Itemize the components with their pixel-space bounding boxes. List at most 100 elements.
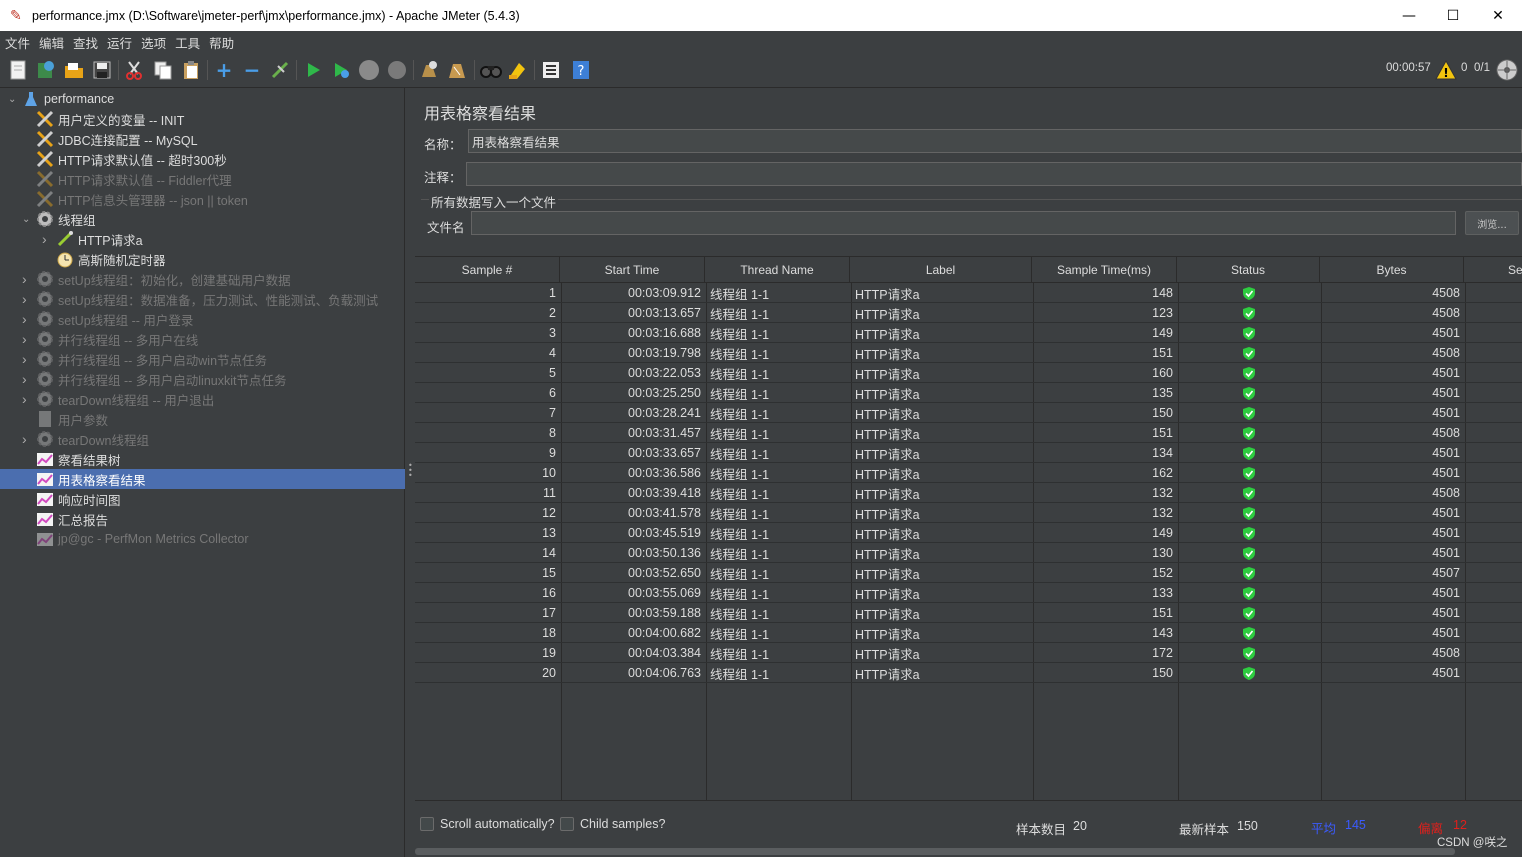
toggle-icon[interactable] (269, 59, 291, 81)
help-icon[interactable]: ? (570, 59, 592, 81)
menu-run[interactable]: 运行 (107, 33, 132, 52)
chevron-right-icon[interactable]: › (42, 231, 54, 247)
tree-node-19[interactable]: 响应时间图 (0, 489, 405, 509)
table-row[interactable]: 12 00:03:41.578 线程组 1-1 HTTP请求a 132 4501 (415, 503, 1522, 523)
tree-node-10[interactable]: › setUp线程组 -- 用户登录 (0, 309, 405, 329)
scrollbar-thumb[interactable] (415, 848, 1455, 855)
chevron-right-icon[interactable]: › (22, 351, 34, 367)
stop-icon[interactable] (358, 59, 380, 81)
table-row[interactable]: 6 00:03:25.250 线程组 1-1 HTTP请求a 135 4501 (415, 383, 1522, 403)
chevron-right-icon[interactable]: › (22, 371, 34, 387)
menu-file[interactable]: 文件 (5, 33, 30, 52)
menu-options[interactable]: 选项 (141, 33, 166, 52)
tree-node-6[interactable]: › HTTP请求a (0, 229, 405, 249)
remote-status-icon[interactable] (1496, 59, 1518, 81)
table-row[interactable]: 4 00:03:19.798 线程组 1-1 HTTP请求a 151 4508 (415, 343, 1522, 363)
shutdown-icon[interactable] (386, 59, 408, 81)
minimize-button[interactable]: — (1386, 0, 1432, 31)
table-row[interactable]: 11 00:03:39.418 线程组 1-1 HTTP请求a 132 4508 (415, 483, 1522, 503)
templates-icon[interactable] (35, 59, 57, 81)
tree-node-12[interactable]: › 并行线程组 -- 多用户启动win节点任务 (0, 349, 405, 369)
scroll-automatically-checkbox[interactable] (420, 817, 434, 831)
tree-node-18[interactable]: 用表格察看结果 (0, 469, 405, 489)
menu-tools[interactable]: 工具 (175, 33, 200, 52)
chevron-right-icon[interactable]: › (22, 311, 34, 327)
table-row[interactable]: 3 00:03:16.688 线程组 1-1 HTTP请求a 149 4501 (415, 323, 1522, 343)
chevron-right-icon[interactable]: › (22, 391, 34, 407)
table-row[interactable]: 8 00:03:31.457 线程组 1-1 HTTP请求a 151 4508 (415, 423, 1522, 443)
table-row[interactable]: 1 00:03:09.912 线程组 1-1 HTTP请求a 148 4508 (415, 283, 1522, 303)
column-header[interactable]: Sample Time(ms) (1032, 257, 1177, 283)
table-row[interactable]: 13 00:03:45.519 线程组 1-1 HTTP请求a 149 4501 (415, 523, 1522, 543)
tree-node-2[interactable]: HTTP请求默认值 -- 超时300秒 (0, 149, 405, 169)
table-row[interactable]: 15 00:03:52.650 线程组 1-1 HTTP请求a 152 4507 (415, 563, 1522, 583)
tree-node-1[interactable]: JDBC连接配置 -- MySQL (0, 129, 405, 149)
search-icon[interactable] (480, 59, 502, 81)
split-pane-divider[interactable]: • • • (405, 88, 415, 857)
file-name-field[interactable] (471, 211, 1456, 235)
tree-node-11[interactable]: › 并行线程组 -- 多用户在线 (0, 329, 405, 349)
column-header[interactable]: Se (1464, 257, 1522, 283)
tree-node-13[interactable]: › 并行线程组 -- 多用户启动linuxkit节点任务 (0, 369, 405, 389)
child-samples-checkbox[interactable] (560, 817, 574, 831)
column-header[interactable]: Bytes (1320, 257, 1464, 283)
tree-node-16[interactable]: › tearDown线程组 (0, 429, 405, 449)
table-row[interactable]: 5 00:03:22.053 线程组 1-1 HTTP请求a 160 4501 (415, 363, 1522, 383)
tree-node-17[interactable]: 察看结果树 (0, 449, 405, 469)
tree-node-0[interactable]: 用户定义的变量 -- INIT (0, 109, 405, 129)
table-row[interactable]: 20 00:04:06.763 线程组 1-1 HTTP请求a 150 4501 (415, 663, 1522, 683)
copy-icon[interactable] (152, 59, 174, 81)
start-icon[interactable] (302, 59, 324, 81)
table-row[interactable]: 16 00:03:55.069 线程组 1-1 HTTP请求a 133 4501 (415, 583, 1522, 603)
function-helper-icon[interactable] (540, 59, 562, 81)
name-field[interactable]: 用表格察看结果 (468, 129, 1522, 153)
tree-node-21[interactable]: jp@gc - PerfMon Metrics Collector (0, 529, 405, 549)
close-button[interactable]: ✕ (1475, 0, 1521, 31)
tree-node-14[interactable]: › tearDown线程组 -- 用户退出 (0, 389, 405, 409)
cut-icon[interactable] (123, 59, 145, 81)
table-row[interactable]: 7 00:03:28.241 线程组 1-1 HTTP请求a 150 4501 (415, 403, 1522, 423)
open-folder-icon[interactable] (63, 59, 85, 81)
tree-node-3[interactable]: HTTP请求默认值 -- Fiddler代理 (0, 169, 405, 189)
table-row[interactable]: 9 00:03:33.657 线程组 1-1 HTTP请求a 134 4501 (415, 443, 1522, 463)
reset-search-icon[interactable] (507, 59, 529, 81)
column-header[interactable]: Status (1177, 257, 1320, 283)
chevron-down-icon[interactable]: ⌄ (8, 94, 20, 105)
clear-icon[interactable] (418, 59, 440, 81)
menu-help[interactable]: 帮助 (209, 33, 234, 52)
paste-icon[interactable] (180, 59, 202, 81)
tree-node-5[interactable]: ⌄ 线程组 (0, 209, 405, 229)
chevron-right-icon[interactable]: › (22, 331, 34, 347)
table-row[interactable]: 2 00:03:13.657 线程组 1-1 HTTP请求a 123 4508 (415, 303, 1522, 323)
column-header[interactable]: Sample # (415, 257, 560, 283)
expand-all-icon[interactable]: + (213, 58, 235, 82)
browse-button[interactable]: 浏览... (1465, 211, 1519, 235)
tree-node-7[interactable]: 高斯随机定时器 (0, 249, 405, 269)
tree-node-9[interactable]: › setUp线程组：数据准备，压力测试、性能测试、负载测试 (0, 289, 405, 309)
table-row[interactable]: 17 00:03:59.188 线程组 1-1 HTTP请求a 151 4501 (415, 603, 1522, 623)
table-row[interactable]: 18 00:04:00.682 线程组 1-1 HTTP请求a 143 4501 (415, 623, 1522, 643)
table-row[interactable]: 10 00:03:36.586 线程组 1-1 HTTP请求a 162 4501 (415, 463, 1522, 483)
column-header[interactable]: Start Time (560, 257, 705, 283)
column-header[interactable]: Thread Name (705, 257, 850, 283)
clear-all-icon[interactable] (446, 59, 468, 81)
collapse-all-icon[interactable]: − (241, 58, 263, 82)
maximize-button[interactable]: ☐ (1430, 0, 1476, 31)
chevron-right-icon[interactable]: › (22, 431, 34, 447)
tree-node-20[interactable]: 汇总报告 (0, 509, 405, 529)
table-row[interactable]: 19 00:04:03.384 线程组 1-1 HTTP请求a 172 4508 (415, 643, 1522, 663)
chevron-right-icon[interactable]: › (22, 271, 34, 287)
chevron-right-icon[interactable]: › (22, 291, 34, 307)
column-header[interactable]: Label (850, 257, 1032, 283)
table-row[interactable]: 14 00:03:50.136 线程组 1-1 HTTP请求a 130 4501 (415, 543, 1522, 563)
tree-node-15[interactable]: 用户参数 (0, 409, 405, 429)
tree-node-8[interactable]: › setUp线程组：初始化，创建基础用户数据 (0, 269, 405, 289)
horizontal-scrollbar[interactable] (415, 846, 1522, 857)
tree-node-4[interactable]: HTTP信息头管理器 -- json || token (0, 189, 405, 209)
start-no-pauses-icon[interactable] (330, 59, 352, 81)
menu-search[interactable]: 查找 (73, 33, 98, 52)
tree-node-root[interactable]: ⌄ performance (0, 89, 405, 109)
menu-edit[interactable]: 编辑 (39, 33, 64, 52)
warning-icon[interactable]: ! (1435, 59, 1457, 81)
chevron-down-icon[interactable]: ⌄ (22, 214, 34, 225)
